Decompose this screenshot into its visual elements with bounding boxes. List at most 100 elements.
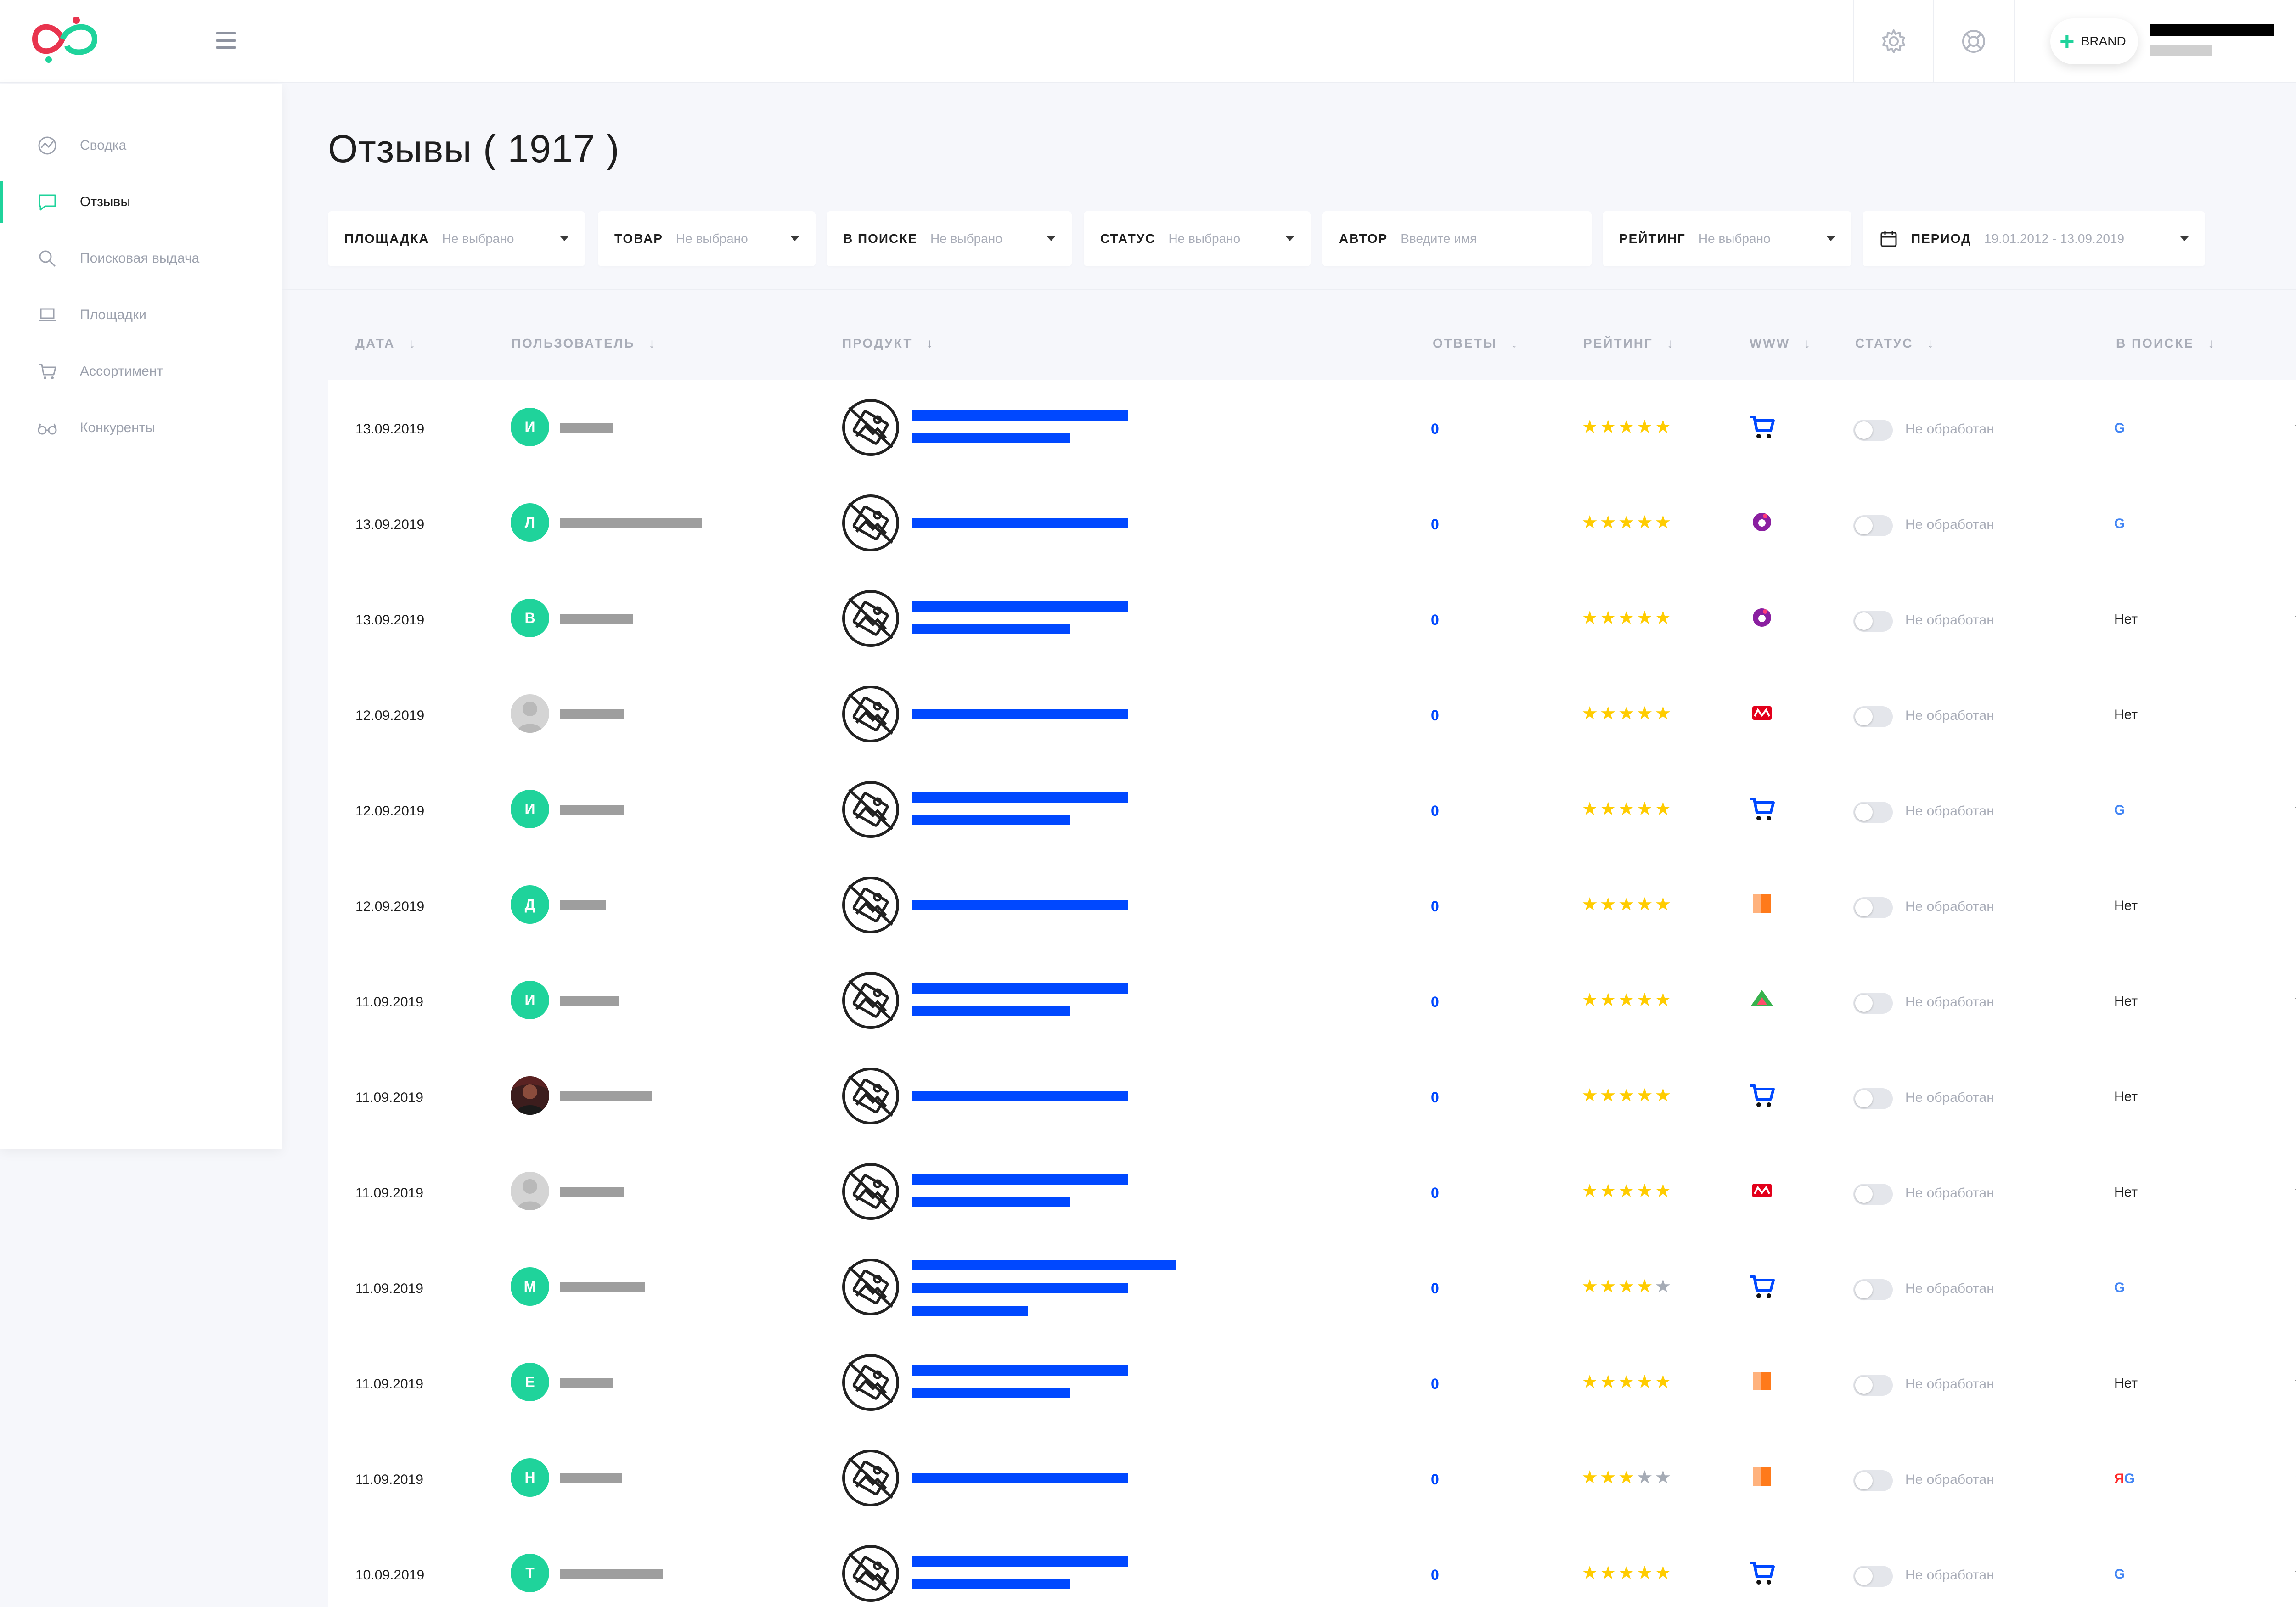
answers-count[interactable]: 0 bbox=[1431, 803, 1439, 820]
column-header-status[interactable]: СТАТУС ↓ bbox=[1855, 336, 1935, 351]
table-row[interactable]: 11.09.2019 М 0 ★ ★ ★ ★ ★ Не обработан G bbox=[328, 1240, 2296, 1335]
avatar[interactable] bbox=[511, 694, 549, 733]
source-site-icon[interactable] bbox=[1747, 602, 1777, 633]
sidebar-item-competitors[interactable]: Конкуренты bbox=[0, 407, 282, 449]
source-site-icon[interactable] bbox=[1747, 793, 1777, 824]
user-name-redacted[interactable] bbox=[560, 1282, 645, 1292]
table-row[interactable]: 13.09.2019 В 0 ★ ★ ★ ★ ★ Не обработан Нет bbox=[328, 571, 2296, 667]
answers-count[interactable]: 0 bbox=[1431, 1471, 1439, 1488]
table-row[interactable]: 10.09.2019 Т 0 ★ ★ ★ ★ ★ Не обработан G bbox=[328, 1526, 2296, 1607]
product-link[interactable] bbox=[912, 518, 1128, 528]
user-name-redacted[interactable] bbox=[560, 1473, 622, 1483]
filter-product[interactable]: ТОВАР Не выбрано bbox=[598, 211, 816, 266]
table-row[interactable]: 12.09.2019 0 ★ ★ ★ ★ ★ Не обработан Нет bbox=[328, 667, 2296, 762]
product-link[interactable] bbox=[912, 601, 1128, 612]
status-toggle[interactable] bbox=[1853, 706, 1893, 727]
user-name-redacted[interactable] bbox=[560, 1378, 613, 1388]
status-toggle[interactable] bbox=[1853, 1375, 1893, 1396]
user-name-redacted[interactable] bbox=[560, 1569, 663, 1579]
table-row[interactable]: 13.09.2019 Л 0 ★ ★ ★ ★ ★ Не обработан G bbox=[328, 476, 2296, 571]
table-row[interactable]: 11.09.2019 И 0 ★ ★ ★ ★ ★ Не обработан Нет bbox=[328, 953, 2296, 1049]
answers-count[interactable]: 0 bbox=[1431, 421, 1439, 438]
user-name-redacted[interactable] bbox=[560, 709, 624, 719]
product-link[interactable] bbox=[912, 1006, 1070, 1016]
avatar[interactable]: В bbox=[511, 599, 549, 637]
source-site-icon[interactable] bbox=[1747, 1462, 1777, 1492]
source-site-icon[interactable] bbox=[1747, 1366, 1777, 1397]
source-site-icon[interactable] bbox=[1747, 1080, 1777, 1110]
status-toggle[interactable] bbox=[1853, 420, 1893, 441]
avatar[interactable]: Н bbox=[511, 1458, 549, 1497]
column-header-www[interactable]: WWW ↓ bbox=[1750, 336, 1812, 351]
user-name-redacted[interactable] bbox=[560, 805, 624, 815]
avatar[interactable]: Е bbox=[511, 1363, 549, 1401]
filter-author[interactable]: АВТОР Введите имя bbox=[1322, 211, 1592, 266]
sidebar-item-assortment[interactable]: Ассортимент bbox=[0, 351, 282, 392]
sidebar-item-summary[interactable]: Сводка bbox=[0, 125, 282, 166]
column-header-date[interactable]: ДАТА ↓ bbox=[355, 336, 416, 351]
answers-count[interactable]: 0 bbox=[1431, 1280, 1439, 1297]
answers-count[interactable]: 0 bbox=[1431, 994, 1439, 1011]
column-header-product[interactable]: ПРОДУКТ ↓ bbox=[842, 336, 934, 351]
status-toggle[interactable] bbox=[1853, 802, 1893, 823]
product-link[interactable] bbox=[912, 983, 1128, 994]
sidebar-item-reviews[interactable]: Отзывы bbox=[0, 181, 282, 223]
product-link[interactable] bbox=[912, 1365, 1128, 1376]
product-link[interactable] bbox=[912, 1260, 1176, 1270]
author-input[interactable]: Введите имя bbox=[1401, 231, 1477, 246]
user-name-redacted[interactable] bbox=[560, 518, 702, 528]
source-site-icon[interactable] bbox=[1747, 984, 1777, 1015]
answers-count[interactable]: 0 bbox=[1431, 1376, 1439, 1393]
column-header-answers[interactable]: ОТВЕТЫ ↓ bbox=[1433, 336, 1519, 351]
avatar[interactable]: Т bbox=[511, 1554, 549, 1592]
product-link[interactable] bbox=[912, 1283, 1128, 1293]
product-link[interactable] bbox=[912, 1174, 1128, 1185]
product-link[interactable] bbox=[912, 1197, 1070, 1207]
status-toggle[interactable] bbox=[1853, 1184, 1893, 1205]
menu-toggle-icon[interactable] bbox=[216, 32, 236, 49]
source-site-icon[interactable] bbox=[1747, 507, 1777, 537]
product-link[interactable] bbox=[912, 815, 1070, 825]
answers-count[interactable]: 0 bbox=[1431, 707, 1439, 724]
sidebar-item-platforms[interactable]: Площадки bbox=[0, 294, 282, 336]
avatar[interactable]: Д bbox=[511, 885, 549, 924]
filter-in-search[interactable]: В ПОИСКЕ Не выбрано bbox=[827, 211, 1072, 266]
product-link[interactable] bbox=[912, 1556, 1128, 1567]
product-link[interactable] bbox=[912, 433, 1070, 443]
source-site-icon[interactable] bbox=[1747, 1271, 1777, 1301]
status-toggle[interactable] bbox=[1853, 611, 1893, 632]
product-link[interactable] bbox=[912, 709, 1128, 719]
table-row[interactable]: 12.09.2019 Д 0 ★ ★ ★ ★ ★ Не обработан Нет bbox=[328, 858, 2296, 953]
product-link[interactable] bbox=[912, 1091, 1128, 1101]
column-header-rating[interactable]: РЕЙТИНГ ↓ bbox=[1583, 336, 1675, 351]
sidebar-item-search-results[interactable]: Поисковая выдача bbox=[0, 238, 282, 279]
table-row[interactable]: 11.09.2019 Н 0 ★ ★ ★ ★ ★ Не обработан ЯG bbox=[328, 1431, 2296, 1526]
avatar[interactable]: И bbox=[511, 981, 549, 1019]
product-link[interactable] bbox=[912, 1388, 1070, 1398]
product-link[interactable] bbox=[912, 624, 1070, 634]
avatar[interactable] bbox=[511, 1076, 549, 1115]
table-row[interactable]: 13.09.2019 И 0 ★ ★ ★ ★ ★ Не обработан G bbox=[328, 380, 2296, 476]
filter-rating[interactable]: РЕЙТИНГ Не выбрано bbox=[1603, 211, 1851, 266]
avatar[interactable]: И bbox=[511, 790, 549, 828]
user-name-redacted[interactable] bbox=[560, 614, 633, 624]
source-site-icon[interactable] bbox=[1747, 1175, 1777, 1206]
status-toggle[interactable] bbox=[1853, 1470, 1893, 1491]
status-toggle[interactable] bbox=[1853, 1566, 1893, 1587]
user-name-redacted[interactable] bbox=[560, 900, 606, 910]
table-row[interactable]: 12.09.2019 И 0 ★ ★ ★ ★ ★ Не обработан G bbox=[328, 762, 2296, 858]
status-toggle[interactable] bbox=[1853, 515, 1893, 536]
source-site-icon[interactable] bbox=[1747, 411, 1777, 442]
filter-platform[interactable]: ПЛОЩАДКА Не выбрано bbox=[328, 211, 585, 266]
help-icon[interactable] bbox=[1960, 28, 1987, 55]
answers-count[interactable]: 0 bbox=[1431, 516, 1439, 533]
product-link[interactable] bbox=[912, 1306, 1028, 1316]
product-link[interactable] bbox=[912, 1579, 1070, 1589]
product-link[interactable] bbox=[912, 900, 1128, 910]
avatar[interactable]: М bbox=[511, 1267, 549, 1306]
user-name-redacted[interactable] bbox=[560, 423, 613, 433]
status-toggle[interactable] bbox=[1853, 993, 1893, 1014]
answers-count[interactable]: 0 bbox=[1431, 1089, 1439, 1106]
product-link[interactable] bbox=[912, 410, 1128, 421]
logo-icon[interactable] bbox=[30, 14, 99, 64]
